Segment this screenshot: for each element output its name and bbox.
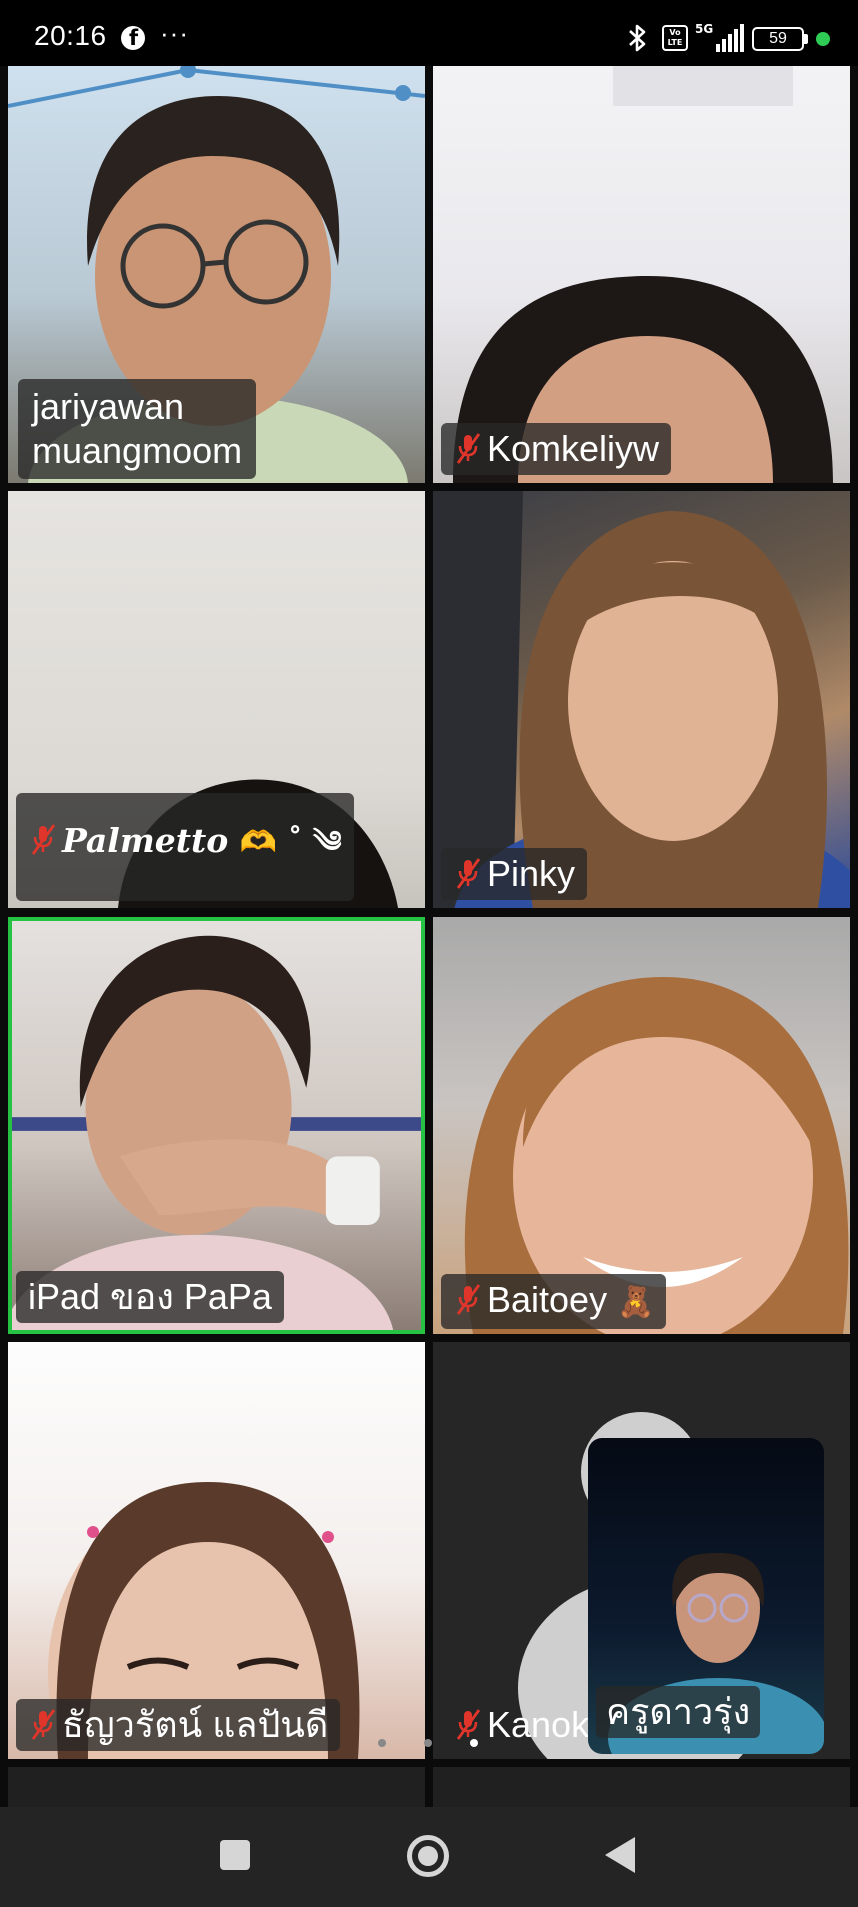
participant-tile[interactable]: Palmetto 🫶 ˚ ༄ [8,491,425,908]
participant-name-tag: Baitoey 🧸 [441,1274,667,1329]
participant-tile-partial[interactable] [433,1767,850,1807]
participant-video [464,977,849,1334]
participant-name-tag: Pinky [441,848,588,900]
participant-tile[interactable]: Komkeliyw [433,66,850,483]
bluetooth-icon [629,24,646,52]
recent-apps-button[interactable] [220,1840,250,1870]
participant-tile[interactable]: Pinky [433,491,850,908]
mic-muted-icon [456,433,481,464]
self-view-video[interactable]: ครูดาวรุ่ง [588,1438,824,1754]
participant-name: ธัญวรัตน์ แลปันดี [62,1704,329,1745]
participant-tile[interactable]: jariyawan muangmoom [8,66,425,483]
home-button[interactable] [407,1835,449,1877]
participant-tile[interactable]: ธัญวรัตน์ แลปันดี [8,1342,425,1759]
battery-icon: 59 [752,27,804,51]
participant-name: Komkeliyw [487,428,660,469]
page-dot[interactable] [378,1739,386,1747]
privacy-indicator-dot [816,32,830,46]
participant-name-emoji: 🫶 ˚ ༄ [239,825,342,860]
network-type-label: 5G [695,22,714,36]
participant-name: Kanok [487,1704,590,1745]
home-button-inner [418,1846,438,1866]
participant-name-line1: jariyawan [32,386,185,427]
participant-name-tag: jariyawan muangmoom [18,379,257,479]
participant-video [433,491,850,908]
participant-name-tag: Palmetto 🫶 ˚ ༄ [16,793,354,901]
mic-muted-icon [456,1284,481,1315]
mic-muted-icon [31,1709,56,1740]
participant-video [48,1482,360,1759]
participant-name-emoji: 🧸 [617,1285,655,1320]
self-view-name: ครูดาวรุ่ง [596,1686,761,1738]
participant-name-line2: muangmoom [32,430,243,471]
page-dot-active[interactable] [470,1739,478,1747]
participant-name-tag: Komkeliyw [441,423,672,475]
participant-tile[interactable]: Baitoey 🧸 [433,917,850,1334]
participant-name: Palmetto [62,821,229,860]
mic-muted-icon [31,824,56,855]
more-notifications-icon: ··· [160,18,189,48]
participant-tile-partial[interactable] [8,1767,425,1807]
mic-muted-icon [456,858,481,889]
participant-video [453,66,833,483]
participant-name: Pinky [487,853,576,894]
participant-video [12,935,421,1330]
signal-icon [716,24,744,52]
page-dot[interactable] [424,1739,432,1747]
facebook-icon: f [121,26,145,50]
status-time: 20:16 [34,20,107,51]
participant-name-tag: iPad ของ PaPa [16,1271,284,1323]
navigation-bar [0,1807,858,1907]
volte-icon: Vo LTE [662,25,688,51]
page-indicator [378,1736,478,1750]
back-button[interactable] [605,1837,635,1873]
status-bar: 20:16 f ··· Vo LTE 5G 59 [0,0,858,66]
participant-name: Baitoey [487,1279,608,1320]
participant-name: iPad ของ PaPa [28,1276,272,1317]
battery-tip [804,34,808,44]
battery-level: 59 [769,30,787,47]
participant-tile-active-speaker[interactable]: iPad ของ PaPa [8,917,425,1334]
participant-name-tag: ธัญวรัตน์ แลปันดี [16,1699,341,1751]
